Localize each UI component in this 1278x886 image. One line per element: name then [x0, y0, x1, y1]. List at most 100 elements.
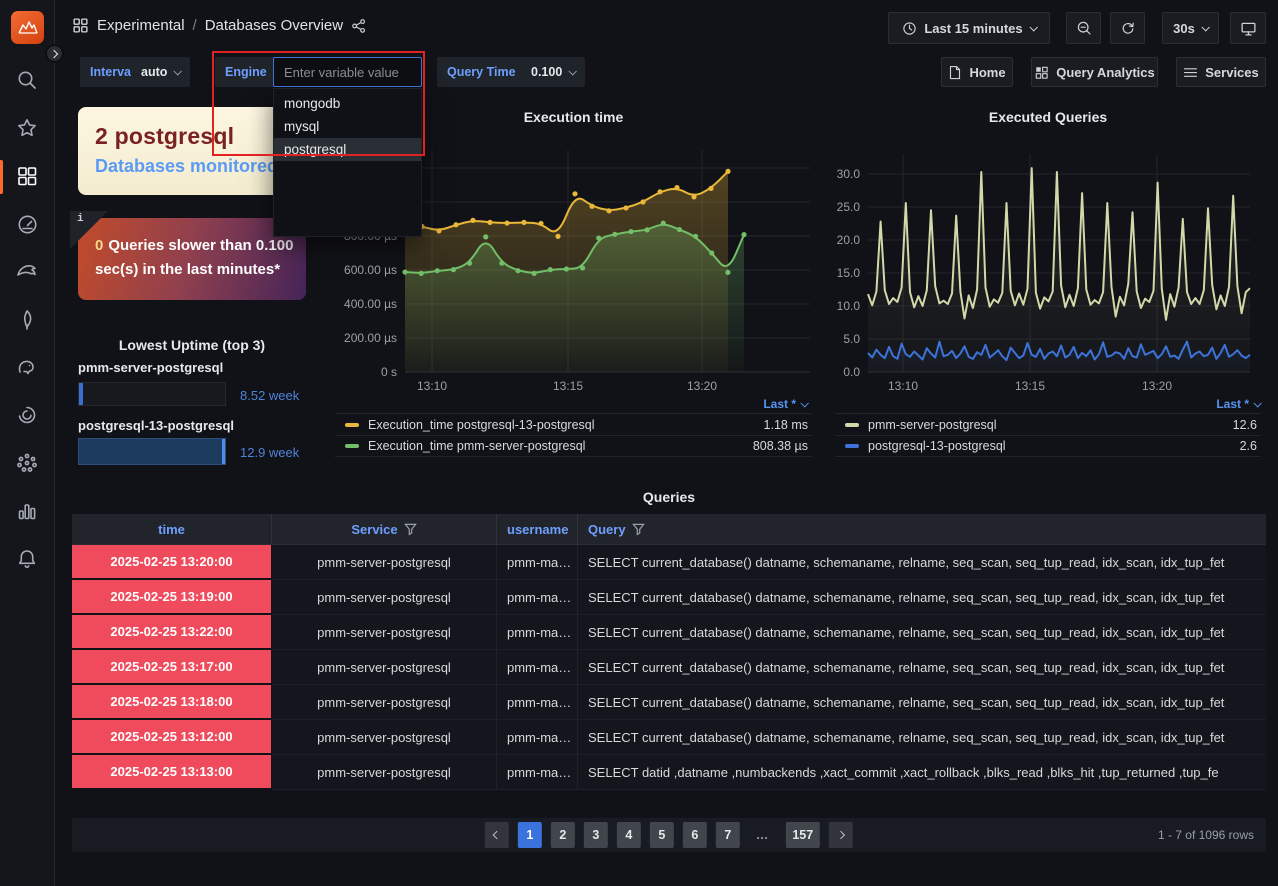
engine-option-postgresql[interactable]: postgresql	[274, 138, 421, 161]
cell-username: pmm-ma…	[497, 580, 578, 615]
y-axis-tick: 15.0	[837, 266, 861, 280]
page-button-4[interactable]: 4	[617, 822, 641, 848]
page-button-7[interactable]: 7	[716, 822, 740, 848]
breadcrumb-separator: /	[193, 17, 197, 34]
column-header-username[interactable]: username	[497, 514, 578, 544]
mysql-dolphin-icon[interactable]	[5, 251, 49, 291]
chart-legend: pmm-server-postgresql12.6postgresql-13-p…	[835, 413, 1261, 457]
share-icon[interactable]	[351, 18, 367, 34]
interval-value: auto	[141, 65, 167, 79]
cell-time: 2025-02-25 13:18:00	[72, 685, 272, 720]
breadcrumb-section[interactable]: Experimental	[97, 17, 185, 34]
pagination-bar: 1234567…157 1 - 7 of 1096 rows	[72, 818, 1266, 852]
column-header-time[interactable]: time	[72, 514, 272, 544]
services-button[interactable]: Services	[1176, 57, 1266, 87]
cell-time: 2025-02-25 13:17:00	[72, 650, 272, 685]
query-time-value: 0.100	[531, 65, 562, 79]
page-button-2[interactable]: 2	[551, 822, 575, 848]
dashboards-grid-icon[interactable]	[5, 156, 49, 196]
cell-query: SELECT current_database() datname, schem…	[578, 545, 1266, 580]
page-button-6[interactable]: 6	[683, 822, 707, 848]
legend-series-name[interactable]: pmm-server-postgresql	[868, 418, 1233, 432]
active-nav-indicator	[0, 160, 3, 194]
column-label: Service	[351, 522, 397, 537]
y-axis-tick: 400.00 µs	[344, 297, 397, 311]
dashboards-icon	[72, 17, 89, 34]
cell-username: pmm-ma…	[497, 650, 578, 685]
mongodb-leaf-icon[interactable]	[5, 300, 49, 340]
refresh-interval-select[interactable]: 30s	[1162, 12, 1219, 44]
starred-dashboards-icon[interactable]	[5, 108, 49, 148]
uptime-bar-fill	[79, 439, 225, 464]
home-button[interactable]: Home	[941, 57, 1013, 87]
query-analytics-button[interactable]: Query Analytics	[1031, 57, 1158, 87]
legend-series-name[interactable]: Execution_time pmm-server-postgresql	[368, 439, 753, 453]
filter-funnel-icon[interactable]	[632, 523, 645, 536]
home-label: Home	[969, 65, 1005, 80]
cell-time: 2025-02-25 13:20:00	[72, 545, 272, 580]
search-icon[interactable]	[5, 60, 49, 100]
chevron-down-icon	[1201, 23, 1209, 31]
time-range-picker[interactable]: Last 15 minutes	[888, 12, 1050, 44]
cell-service: pmm-server-postgresql	[272, 650, 497, 685]
cell-username: pmm-ma…	[497, 615, 578, 650]
column-label: Query	[588, 522, 626, 537]
cell-username: pmm-ma…	[497, 720, 578, 755]
legend-sort-control[interactable]: Last *	[1216, 397, 1260, 411]
engine-option-mysql[interactable]: mysql	[274, 115, 421, 138]
page-button-157[interactable]: 157	[785, 822, 820, 848]
legend-series-name[interactable]: Execution_time postgresql-13-postgresql	[368, 418, 764, 432]
page-button-5[interactable]: 5	[650, 822, 674, 848]
dashboard-page: Experimental / Databases Overview Last 1…	[0, 0, 1278, 886]
executed-queries-chart[interactable]: 0.05.010.015.020.025.030.013:1013:1513:2…	[830, 140, 1266, 396]
column-header-service[interactable]: Service	[272, 514, 497, 544]
cell-service: pmm-server-postgresql	[272, 615, 497, 650]
uptime-bar-gauge	[78, 438, 226, 465]
cell-time: 2025-02-25 13:22:00	[72, 615, 272, 650]
slow-queries-panel: 0Queries slower than 0.100 sec(s) in the…	[78, 218, 306, 300]
slow-queries-text-1: Queries slower than 0.100	[108, 237, 293, 254]
pmm-logo[interactable]	[11, 11, 44, 44]
engine-variable-input[interactable]	[273, 57, 422, 87]
page-button-1[interactable]: 1	[518, 822, 542, 848]
breadcrumb: Experimental / Databases Overview	[72, 17, 367, 34]
cell-time: 2025-02-25 13:12:00	[72, 720, 272, 755]
table-row: 2025-02-25 13:19:00pmm-server-postgresql…	[72, 580, 1266, 615]
prev-page-button[interactable]	[485, 822, 509, 848]
haproxy-cluster-icon[interactable]	[5, 443, 49, 483]
query-analytics-gauge-icon[interactable]	[5, 204, 49, 244]
engine-option-mongodb[interactable]: mongodb	[274, 92, 421, 115]
page-button-3[interactable]: 3	[584, 822, 608, 848]
queries-panel-title: Queries	[72, 489, 1266, 505]
x-axis-tick: 13:10	[888, 379, 918, 393]
table-body: 2025-02-25 13:20:00pmm-server-postgresql…	[72, 545, 1266, 790]
alerting-bell-icon[interactable]	[5, 539, 49, 579]
sidebar-expand-button[interactable]	[45, 44, 64, 63]
cell-username: pmm-ma…	[497, 545, 578, 580]
y-axis-tick: 25.0	[837, 200, 861, 214]
filter-funnel-icon[interactable]	[404, 523, 417, 536]
slow-queries-text-2: sec(s) in the last minutes*	[95, 258, 306, 282]
legend-sort-control[interactable]: Last *	[763, 397, 807, 411]
uptime-item-value: 12.9 week	[240, 445, 299, 460]
proxysql-swirl-icon[interactable]	[5, 395, 49, 435]
legend-series-name[interactable]: postgresql-13-postgresql	[868, 439, 1240, 453]
interval-variable-select[interactable]: auto	[131, 57, 190, 87]
next-page-button[interactable]	[829, 822, 853, 848]
charts-bars-icon[interactable]	[5, 491, 49, 531]
y-axis-tick: 5.0	[843, 332, 860, 346]
legend-row: postgresql-13-postgresql2.6	[835, 435, 1261, 457]
monitor-icon	[1240, 20, 1257, 37]
column-header-query[interactable]: Query	[578, 514, 1266, 544]
refresh-icon	[1120, 20, 1136, 36]
kiosk-mode-button[interactable]	[1230, 12, 1266, 44]
refresh-button[interactable]	[1110, 12, 1145, 44]
cell-service: pmm-server-postgresql	[272, 545, 497, 580]
y-axis-tick: 30.0	[837, 167, 861, 181]
postgresql-elephant-icon[interactable]	[5, 347, 49, 387]
breadcrumb-page[interactable]: Databases Overview	[205, 17, 343, 34]
query-time-variable-select[interactable]: 0.100	[521, 57, 585, 87]
column-label: username	[507, 522, 568, 537]
cell-query: SELECT current_database() datname, schem…	[578, 685, 1266, 720]
zoom-out-button[interactable]	[1066, 12, 1101, 44]
